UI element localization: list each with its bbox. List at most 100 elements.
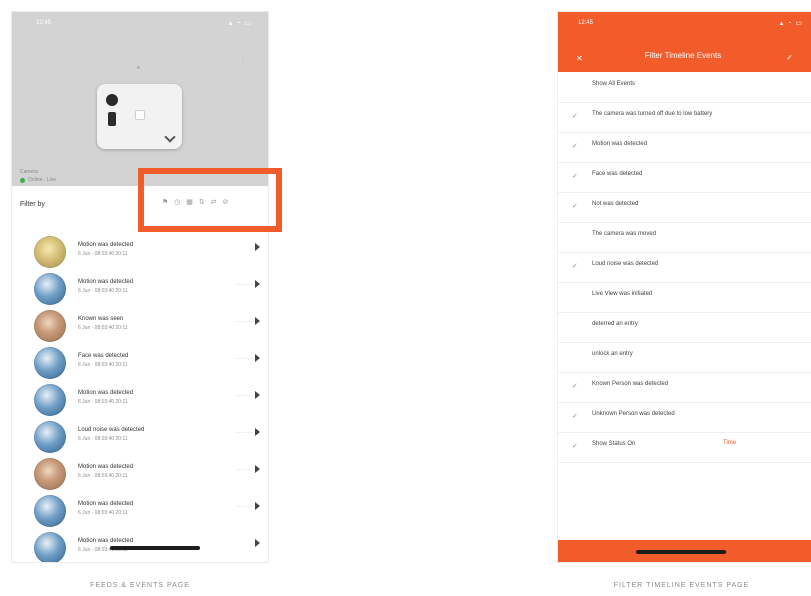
play-icon[interactable] <box>255 539 260 547</box>
feeds-events-screen: 12:45 ▴ ◔ ▭ ⋮ Camera Online · Live Filte… <box>12 12 268 562</box>
filter-option-label: The camera was moved <box>592 231 657 237</box>
caption-filter-timeline: FILTER TIMELINE EVENTS PAGE <box>613 582 750 589</box>
camera-indicator-dot <box>137 66 140 69</box>
feed-item[interactable]: Motion was detected 6 Jun · 08:03:40 20:1… <box>12 269 268 309</box>
camera-sensor <box>108 112 116 126</box>
event-feed-list: Motion was detected 6 Jun · 08:03:40 20:1… <box>12 232 268 562</box>
event-thumbnail <box>34 236 66 268</box>
play-icon[interactable] <box>255 465 260 473</box>
feed-item[interactable]: Face was detected 6 Jun · 08:03:40 20:11 ·… <box>12 343 268 383</box>
more-vertical-icon[interactable]: ⋮ <box>238 54 248 64</box>
event-thumbnail <box>34 273 66 305</box>
filter-option-label: Known Person was detected <box>592 381 669 387</box>
filter-option[interactable]: ✓ Loud noise was detected <box>558 252 811 283</box>
caption-feeds-events: FEEDS & EVENTS PAGE <box>90 582 190 589</box>
check-icon: ✓ <box>572 173 578 180</box>
online-status-text: Online · Live <box>28 177 57 183</box>
filter-highlight-box <box>138 168 282 232</box>
play-icon[interactable] <box>255 354 260 362</box>
filter-option-label: Show All Events <box>592 81 636 87</box>
filter-option[interactable]: ✓ Face was detected <box>558 162 811 193</box>
filter-option-extra[interactable]: Time <box>723 440 736 446</box>
camera-led <box>135 110 145 120</box>
feed-item[interactable]: Motion was detected 6 Jun · 08:03:40 20:1… <box>12 380 268 420</box>
confirm-icon[interactable]: ✓ <box>786 53 793 62</box>
event-timestamp: 6 Jun · 08:03:40 20:11 <box>78 510 128 516</box>
filter-option[interactable]: ✓ Known Person was detected <box>558 372 811 403</box>
filter-option[interactable]: Show All Events <box>558 72 811 103</box>
online-status-dot <box>20 178 25 183</box>
check-icon: ✓ <box>572 443 578 450</box>
home-indicator[interactable] <box>636 550 726 554</box>
filter-option[interactable]: unlock an entry <box>558 342 811 373</box>
event-duration: ······ <box>236 504 254 510</box>
check-icon: ✓ <box>572 383 578 390</box>
check-icon: ✓ <box>572 143 578 150</box>
event-title: Motion was detected <box>78 279 134 285</box>
filter-option[interactable]: deterred an entry <box>558 312 811 343</box>
event-thumbnail <box>34 384 66 416</box>
status-signal-icons: ▴ ◔ ▭ <box>228 20 252 27</box>
event-timestamp: 6 Jun · 08:03:40 20:11 <box>78 288 128 294</box>
event-timestamp: 6 Jun · 08:03:40 20:11 <box>78 473 128 479</box>
filter-option[interactable]: ✓ The camera was turned off due to low ba… <box>558 102 811 133</box>
camera-preview-area: 12:45 ▴ ◔ ▭ ⋮ Camera Online · Live <box>12 12 268 186</box>
event-thumbnail <box>34 495 66 527</box>
filter-option[interactable]: ✓ Unknown Person was detected <box>558 402 811 433</box>
event-timestamp: 6 Jun · 08:03:40 20:11 <box>78 362 128 368</box>
play-icon[interactable] <box>255 502 260 510</box>
play-icon[interactable] <box>255 317 260 325</box>
filter-option[interactable]: The camera was moved <box>558 222 811 253</box>
filter-option-label: Live View was initiated <box>592 291 653 297</box>
event-duration: ······ <box>236 319 254 325</box>
event-duration: ······ <box>236 393 254 399</box>
play-icon[interactable] <box>255 391 260 399</box>
event-thumbnail <box>34 310 66 342</box>
filter-option[interactable]: ✓ Show Status On Time <box>558 432 811 463</box>
filter-option-label: Motion was detected <box>592 141 648 147</box>
event-thumbnail <box>34 421 66 453</box>
check-icon: ✓ <box>572 413 578 420</box>
camera-device-image <box>97 84 182 149</box>
camera-caption: Camera <box>20 169 38 175</box>
feed-item[interactable]: Loud noise was detected 6 Jun · 08:03:40 … <box>12 417 268 457</box>
check-icon: ✓ <box>572 113 578 120</box>
play-icon[interactable] <box>255 428 260 436</box>
event-title: Motion was detected <box>78 464 134 470</box>
chevron-icon <box>164 131 176 143</box>
event-title: Motion was detected <box>78 390 134 396</box>
event-thumbnail <box>34 532 66 562</box>
check-icon: ✓ <box>572 203 578 210</box>
play-icon[interactable] <box>255 280 260 288</box>
feed-item[interactable]: Motion was detected 6 Jun · 08:03:40 20:1… <box>12 528 268 562</box>
status-signal-icons: ▴ ◔ ▭ <box>779 20 803 27</box>
feed-item[interactable]: Known was seen 6 Jun · 08:03:40 20:11 ····… <box>12 306 268 346</box>
play-icon[interactable] <box>255 243 260 251</box>
event-duration: ······ <box>236 356 254 362</box>
filter-option[interactable]: ✓ Motion was detected <box>558 132 811 163</box>
home-indicator[interactable] <box>110 546 200 550</box>
filter-option-label: unlock an entry <box>592 351 633 357</box>
event-timestamp: 6 Jun · 08:03:40 20:11 <box>78 399 128 405</box>
feed-item[interactable]: Motion was detected 6 Jun · 08:03:40 20:1… <box>12 454 268 494</box>
filter-option-label: Unknown Person was detected <box>592 411 675 417</box>
close-icon[interactable]: ✕ <box>576 54 583 63</box>
filter-option[interactable]: ✓ Not was detected <box>558 192 811 223</box>
event-duration: ······ <box>236 467 254 473</box>
status-time: 12:45 <box>36 20 52 26</box>
page-title: Filter Timeline Events <box>644 51 722 60</box>
filter-options-list: Show All Events ✓ The camera was turned of… <box>558 72 811 492</box>
feed-item[interactable]: Motion was detected 6 Jun · 08:03:40 20:1… <box>12 232 268 272</box>
filter-option-label: Loud noise was detected <box>592 261 659 267</box>
status-bar: 12:45 ▴ ◔ ▭ <box>12 12 268 34</box>
header-bar: 12:45 ▴ ◔ ▭ ✕ Filter Timeline Events ✓ <box>558 12 811 72</box>
filter-option[interactable]: Live View was initiated <box>558 282 811 313</box>
camera-lens <box>106 94 118 106</box>
feed-item[interactable]: Motion was detected 6 Jun · 08:03:40 20:1… <box>12 491 268 531</box>
status-bar: 12:45 ▴ ◔ ▭ <box>558 12 811 32</box>
event-title: Known was seen <box>78 316 124 322</box>
event-title: Motion was detected <box>78 501 134 507</box>
filter-option-label: The camera was turned off due to low bat… <box>592 111 713 117</box>
check-icon: ✓ <box>572 263 578 270</box>
footer-bar <box>558 540 811 562</box>
